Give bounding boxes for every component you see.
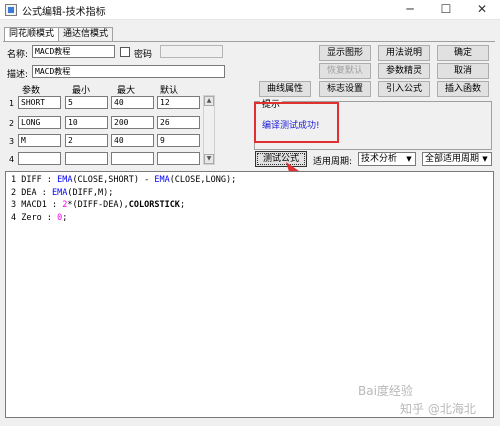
maximize-button[interactable]: ☐	[428, 0, 464, 20]
mark-settings-button[interactable]: 标志设置	[319, 81, 371, 97]
password-label: 密码	[134, 50, 153, 60]
code-token: *(DIFF-DEA),	[67, 200, 129, 210]
code-token: COLORSTICK	[128, 200, 180, 210]
param-min-input[interactable]: 5	[65, 96, 108, 109]
param-max-input[interactable]	[111, 152, 154, 165]
minimize-button[interactable]: ─	[392, 0, 428, 20]
show-graph-button[interactable]: 显示图形	[319, 45, 371, 61]
code-line: 3 MACD1 : 2*(DIFF-DEA),COLORSTICK;	[11, 200, 185, 210]
code-token: DIFF :	[21, 175, 58, 185]
formula-editor[interactable]: 1 DIFF : EMA(CLOSE,SHORT) - EMA(CLOSE,LO…	[5, 171, 494, 418]
code-token: ;	[179, 200, 186, 210]
annotation-highlight-box	[254, 102, 339, 143]
param-header-name: 参数	[22, 86, 41, 96]
close-button[interactable]: ✕	[464, 0, 500, 20]
param-default-input[interactable]: 12	[157, 96, 200, 109]
param-min-input[interactable]	[65, 152, 108, 165]
param-row-number: 4	[9, 155, 15, 164]
code-line-number: 4	[11, 212, 17, 223]
code-line: 4 Zero : 0;	[11, 213, 67, 223]
tab-tonghuashun[interactable]: 同花顺模式	[4, 27, 60, 42]
param-header-default: 默认	[160, 86, 179, 96]
param-min-input[interactable]: 2	[65, 134, 108, 147]
param-row-number: 2	[9, 119, 15, 128]
param-name-input[interactable]: M	[18, 134, 61, 147]
watermark-baidu: Bai度经验	[358, 384, 413, 398]
param-tuning-button[interactable]: 参数精灵	[378, 63, 430, 79]
code-line-number: 2	[11, 187, 17, 198]
param-header-min: 最小	[72, 86, 91, 96]
period-select-value: 全部适用周期	[425, 154, 480, 164]
code-token: (CLOSE,SHORT) -	[72, 175, 155, 185]
period-select[interactable]: 全部适用周期 ▼	[422, 152, 492, 166]
param-name-input[interactable]: LONG	[18, 116, 61, 129]
code-line: 2 DEA : EMA(DIFF,M);	[11, 188, 113, 198]
scroll-down-icon[interactable]: ▼	[204, 154, 214, 164]
password-input[interactable]	[160, 45, 223, 58]
param-default-input[interactable]: 26	[157, 116, 200, 129]
usage-button[interactable]: 用法说明	[378, 45, 430, 61]
description-label: 描述:	[7, 70, 29, 80]
param-default-input[interactable]: 9	[157, 134, 200, 147]
window-title: 公式编辑-技术指标	[22, 7, 106, 18]
category-select-value: 技术分析	[361, 154, 398, 164]
code-token: Zero :	[21, 212, 58, 223]
param-name-input[interactable]: SHORT	[18, 96, 61, 109]
code-line-number: 1	[11, 175, 17, 185]
param-header-max: 最大	[117, 86, 136, 96]
code-line-number: 3	[11, 200, 17, 210]
ok-button[interactable]: 确定	[437, 45, 489, 61]
code-token: DEA :	[21, 187, 52, 198]
param-row-number: 1	[9, 99, 15, 108]
curve-props-button[interactable]: 曲线属性	[259, 81, 311, 97]
name-input[interactable]: MACD教程	[32, 45, 115, 58]
tab-divider	[3, 41, 495, 42]
import-formula-button[interactable]: 引入公式	[378, 81, 430, 97]
scroll-up-icon[interactable]: ▲	[204, 96, 214, 106]
insert-function-button[interactable]: 插入函数	[437, 81, 489, 97]
cancel-button[interactable]: 取消	[437, 63, 489, 79]
param-min-input[interactable]: 10	[65, 116, 108, 129]
code-token: (DIFF,M);	[67, 187, 114, 198]
param-row-number: 3	[9, 137, 15, 146]
param-max-input[interactable]: 200	[111, 116, 154, 129]
code-token: MACD1 :	[21, 200, 63, 210]
name-label: 名称:	[7, 50, 29, 60]
chevron-down-icon: ▼	[406, 155, 412, 163]
app-icon	[5, 4, 17, 16]
code-token: EMA	[154, 175, 170, 185]
category-select[interactable]: 技术分析 ▼	[358, 152, 416, 166]
param-default-input[interactable]	[157, 152, 200, 165]
restore-default-button[interactable]: 恢复默认	[319, 63, 371, 79]
param-max-input[interactable]: 40	[111, 134, 154, 147]
code-line: 1 DIFF : EMA(CLOSE,SHORT) - EMA(CLOSE,LO…	[11, 175, 236, 185]
tab-tongdaxin[interactable]: 通达信模式	[58, 27, 114, 41]
code-token: (CLOSE,LONG);	[169, 175, 237, 185]
param-name-input[interactable]	[18, 152, 61, 165]
param-max-input[interactable]: 40	[111, 96, 154, 109]
watermark-zhihu: 知乎 @北海北	[400, 402, 476, 416]
description-input[interactable]: MACD教程	[32, 65, 225, 78]
code-token: EMA	[57, 175, 73, 185]
chevron-down-icon: ▼	[482, 155, 488, 163]
code-token: EMA	[51, 187, 68, 198]
code-token: ;	[62, 212, 68, 223]
password-checkbox[interactable]	[120, 47, 130, 57]
